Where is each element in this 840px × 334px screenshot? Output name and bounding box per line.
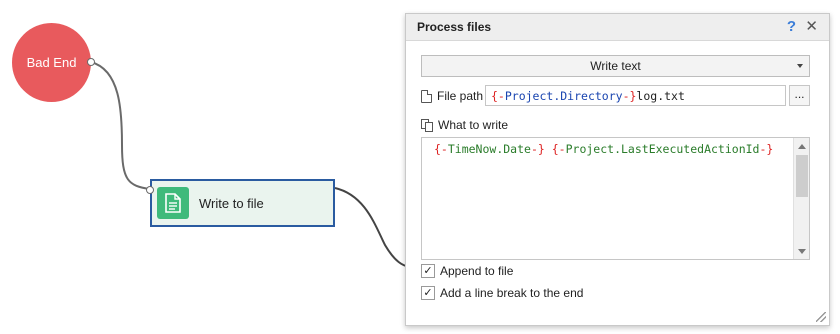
action-select[interactable]: Write text (421, 55, 810, 77)
line-break-option[interactable]: ✓ Add a line break to the end (421, 286, 583, 300)
copy-icon (421, 118, 434, 132)
append-label: Append to file (440, 264, 514, 278)
file-path-variable: {-Project.Directory-} (491, 89, 637, 103)
bad-end-label: Bad End (26, 55, 77, 70)
chevron-down-icon (797, 64, 803, 68)
what-to-write-label: What to write (438, 118, 509, 132)
append-checkbox[interactable]: ✓ (421, 264, 435, 278)
file-path-input[interactable]: {-Project.Directory-}log.txt (485, 85, 786, 106)
scroll-down-icon[interactable] (798, 249, 806, 254)
file-icon (421, 89, 432, 103)
document-icon (157, 187, 189, 219)
token-last-action: {-Project.LastExecutedActionId-} (551, 142, 774, 156)
node-label: Write to file (199, 195, 264, 211)
file-path-label: File path (437, 89, 484, 103)
line-break-checkbox[interactable]: ✓ (421, 286, 435, 300)
textarea-scrollbar[interactable] (793, 138, 809, 259)
what-to-write-label-row: What to write (421, 118, 508, 132)
token-timenow: {-TimeNow.Date-} (434, 142, 545, 156)
browse-button[interactable]: ... (789, 85, 810, 106)
bad-end-node[interactable]: Bad End (12, 23, 91, 102)
close-icon[interactable]: ✕ (805, 17, 818, 37)
content-textarea[interactable]: {-TimeNow.Date-} {-Project.LastExecutedA… (421, 137, 810, 260)
line-break-label: Add a line break to the end (440, 286, 584, 300)
content-text: {-TimeNow.Date-} {-Project.LastExecutedA… (434, 142, 773, 156)
scroll-thumb[interactable] (796, 155, 808, 197)
help-icon[interactable]: ? (787, 17, 796, 37)
node-input-port[interactable] (146, 186, 154, 194)
process-files-panel: Process files ? ✕ Write text File path {… (405, 13, 830, 326)
write-to-file-node[interactable]: Write to file (150, 179, 335, 227)
panel-title: Process files (417, 20, 492, 34)
panel-header[interactable]: Process files (406, 14, 829, 41)
resize-grip-icon[interactable] (816, 312, 826, 322)
bad-end-output-port[interactable] (87, 58, 95, 66)
action-select-value: Write text (590, 59, 641, 73)
scroll-up-icon[interactable] (798, 144, 806, 149)
append-to-file-option[interactable]: ✓ Append to file (421, 264, 513, 278)
file-path-label-row: File path (421, 89, 483, 103)
file-path-filename: log.txt (636, 89, 685, 103)
